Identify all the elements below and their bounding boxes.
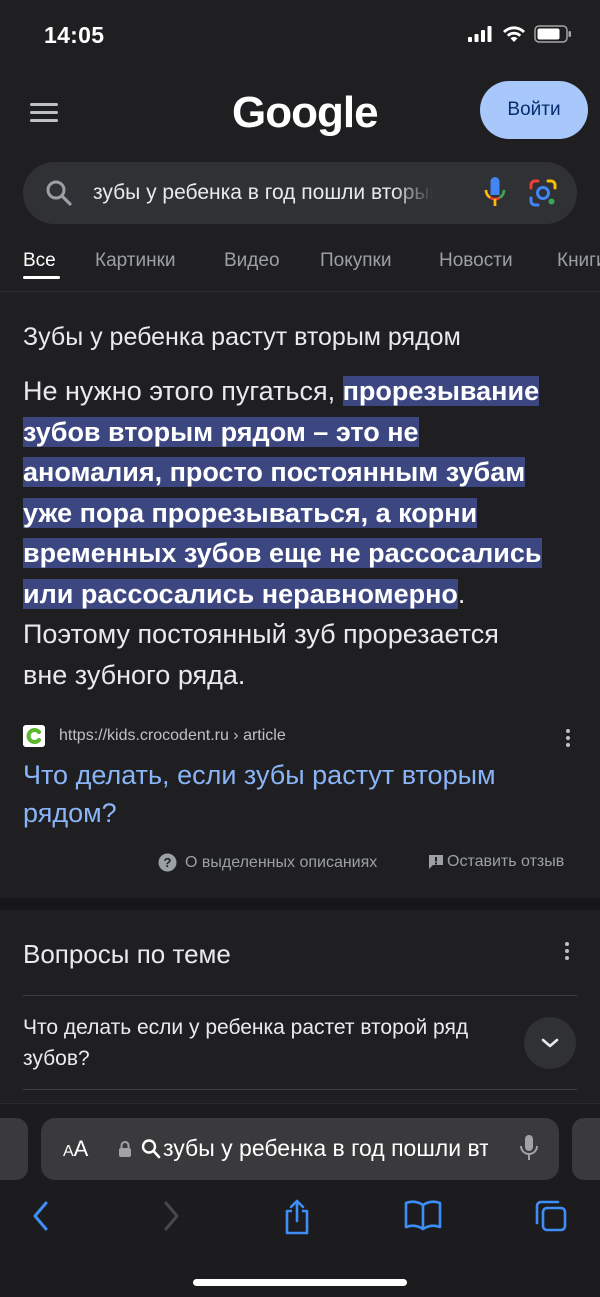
snippet-body: Не нужно этого пугаться, прорезывание зуб… [23,371,583,695]
related-question[interactable]: Что делать если у ребенка растет второй … [23,1012,503,1074]
snippet-title: Зубы у ребенка растут вторым рядом [23,323,461,351]
snippet-highlight-6: или рассосались неравномерно [23,578,458,609]
back-icon[interactable] [30,1199,52,1233]
status-bar: 14:05 [0,0,600,70]
snippet-highlight-3: аномалия, просто постоянным зубам [23,457,526,487]
hamburger-icon [30,103,58,106]
snippet-highlight-5: временных зубов еще не рассосались [23,538,542,568]
feedback-link[interactable]: Оставить отзыв [427,853,564,871]
microphone-icon[interactable] [519,1134,539,1164]
snippet-text-period: . [457,578,466,609]
search-icon[interactable] [45,179,73,207]
snippet-text-before: Не нужно этого пугаться, [23,376,343,406]
feedback-label: Оставить отзыв [447,853,565,870]
forward-icon[interactable] [160,1199,182,1233]
search-input[interactable]: зубы у ребенка в год пошли вторым рядом [23,162,577,224]
search-icon [141,1139,161,1159]
tab-videos[interactable]: Видео [224,250,280,272]
tab-books[interactable]: Книги [557,250,600,272]
google-lens-icon[interactable] [528,178,558,208]
related-questions: Вопросы по теме Что делать если у ребенк… [0,910,600,1110]
status-icons [468,25,572,43]
previous-tab-preview[interactable] [0,1118,28,1180]
menu-button[interactable] [30,103,58,123]
lock-icon [119,1141,131,1157]
address-bar[interactable]: AA зубы у ребенка в год пошли вторым ряд… [41,1118,559,1180]
cellular-signal-icon [468,26,492,42]
home-indicator [193,1279,407,1286]
related-questions-title: Вопросы по теме [23,939,231,969]
result-title-link[interactable]: Что делать, если зубы растут вторым рядо… [23,756,563,832]
google-logo[interactable]: Google [232,88,379,138]
page-settings-button[interactable]: AA [63,1136,88,1162]
navigation-toolbar [0,1199,600,1239]
voice-search-icon[interactable] [483,176,507,210]
help-icon: ? [158,853,177,872]
tab-images[interactable]: Картинки [95,250,176,272]
battery-icon [534,25,571,43]
share-icon[interactable] [282,1199,312,1235]
next-tab-preview[interactable] [572,1118,600,1180]
address-text[interactable]: зубы у ребенка в год пошли вторым рядом [163,1135,488,1162]
snippet-highlight-1: прорезывание [342,376,540,406]
snippet-highlight-4: уже пора прорезываться, а корни [23,497,478,528]
tab-all[interactable]: Все [23,250,56,272]
more-options-icon[interactable] [566,729,570,750]
about-featured-snippets[interactable]: ? О выделенных описаниях [158,853,377,872]
search-query[interactable]: зубы у ребенка в год пошли вторым рядом [93,181,433,205]
bookmarks-icon[interactable] [404,1199,442,1231]
featured-snippet: Зубы у ребенка растут вторым рядом Не ну… [0,293,600,898]
safari-toolbar: AA зубы у ребенка в год пошли вторым ряд… [0,1103,600,1297]
about-label: О выделенных описаниях [185,853,378,871]
search-tabs: Все Картинки Видео Покупки Новости Книги [0,240,600,292]
related-more-options-icon[interactable] [565,942,569,963]
snippet-highlight-2: зубов вторым рядом – это не [23,416,419,447]
google-header: Google Войти [0,70,600,155]
result-source[interactable]: https://kids.crocodent.ru › article [23,725,578,749]
active-tab-indicator [23,276,60,279]
svg-text:?: ? [164,855,172,870]
wifi-icon [503,25,525,42]
section-divider [0,898,600,910]
site-favicon-icon [23,725,45,747]
status-time: 14:05 [44,22,105,48]
tab-shopping[interactable]: Покупки [320,250,391,272]
expand-question-button[interactable] [524,1017,576,1069]
tabs-icon[interactable] [534,1199,568,1233]
divider [23,995,577,996]
sign-in-button[interactable]: Войти [480,81,588,139]
snippet-text-after-1: Поэтому постоянный зуб прорезается [23,619,499,649]
snippet-footer: ? О выделенных описаниях Оставить отзыв [0,853,600,877]
source-url[interactable]: https://kids.crocodent.ru › article [59,727,286,745]
chevron-down-icon [541,1038,559,1048]
tab-news[interactable]: Новости [439,250,513,272]
divider [23,1089,577,1090]
feedback-icon [429,855,443,869]
snippet-text-after-2: вне зубного ряда. [23,659,246,690]
